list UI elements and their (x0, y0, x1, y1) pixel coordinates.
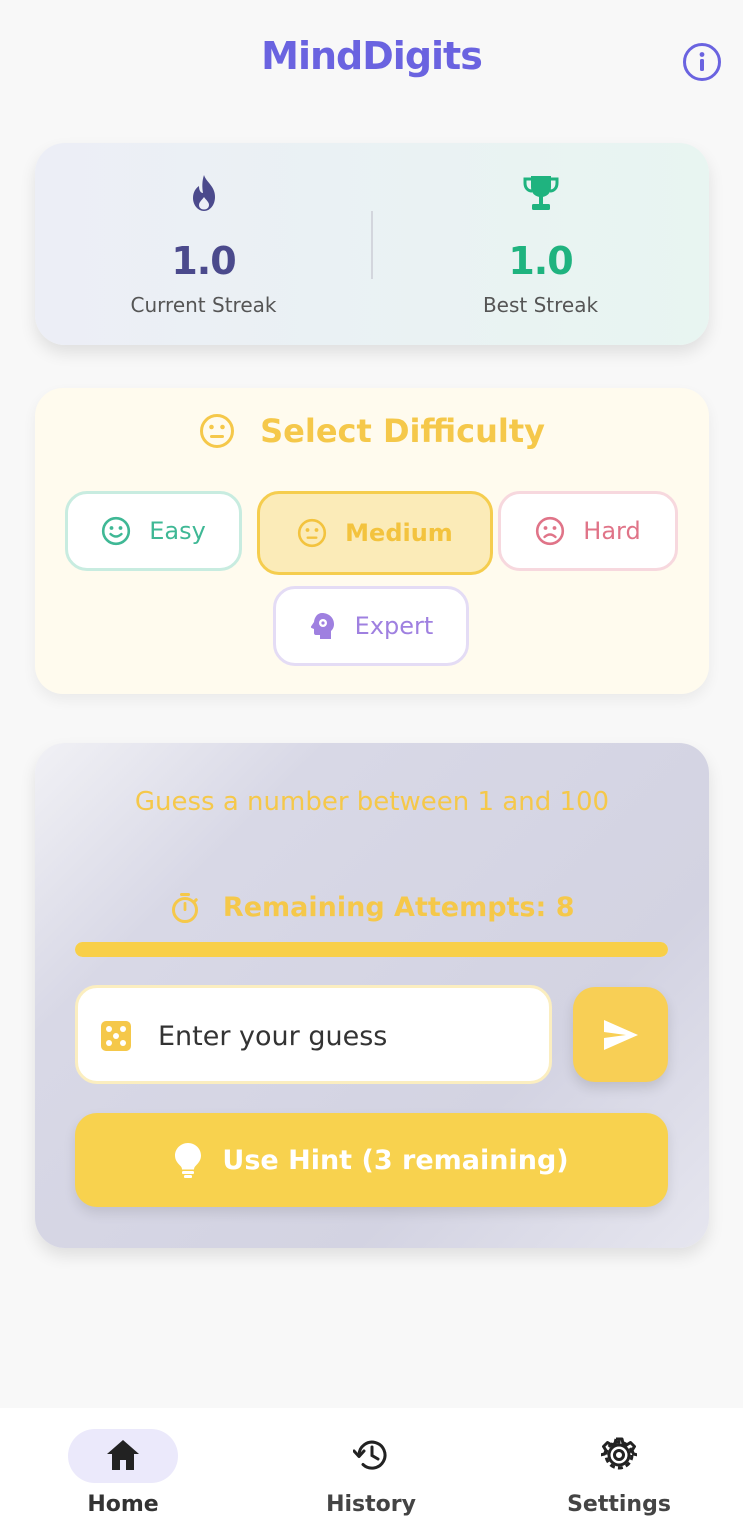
neutral-face-icon (199, 414, 234, 448)
current-streak-value: 1.0 (171, 239, 236, 283)
info-icon (683, 43, 721, 81)
game-card: Guess a number between 1 and 100 Remaini… (35, 743, 709, 1248)
attempts-row: Remaining Attempts: 8 (35, 891, 709, 924)
best-streak-value: 1.0 (508, 239, 573, 283)
flame-icon (193, 175, 215, 211)
difficulty-medium-button[interactable]: Medium (257, 491, 493, 575)
lightbulb-icon (175, 1143, 202, 1178)
nav-home[interactable]: Home (23, 1408, 223, 1536)
attempts-progress-bar (75, 942, 668, 957)
send-icon (603, 1019, 638, 1050)
difficulty-medium-label: Medium (345, 519, 453, 547)
home-icon (107, 1440, 139, 1470)
difficulty-easy-label: Easy (149, 517, 206, 545)
app-screen: MindDigits 1.0 Current Streak 1.0 Best S… (0, 0, 743, 1536)
difficulty-header: Select Difficulty (35, 410, 709, 460)
difficulty-title: Select Difficulty (260, 412, 546, 450)
attempts-label: Remaining Attempts: 8 (222, 892, 575, 923)
timer-icon (171, 892, 198, 923)
guess-input[interactable] (158, 1008, 538, 1064)
nav-settings[interactable]: Settings (519, 1408, 719, 1536)
best-streak-label: Best Streak (482, 293, 599, 317)
nav-history[interactable]: History (271, 1408, 471, 1536)
submit-guess-button[interactable] (573, 987, 668, 1082)
current-streak: 1.0 Current Streak (35, 143, 372, 345)
guess-prompt: Guess a number between 1 and 100 (134, 787, 610, 817)
brain-head-icon (310, 613, 334, 639)
nav-history-label: History (326, 1492, 416, 1517)
current-streak-label: Current Streak (130, 293, 277, 317)
streak-card: 1.0 Current Streak 1.0 Best Streak (35, 143, 709, 345)
smile-icon (102, 516, 131, 546)
dice-icon (101, 1021, 131, 1051)
gear-icon (601, 1437, 637, 1470)
app-title: MindDigits (261, 34, 483, 78)
attempts-progress-fill (75, 942, 668, 957)
difficulty-hard-button[interactable]: Hard (498, 491, 678, 571)
neutral-face-icon (298, 518, 327, 548)
use-hint-button[interactable]: Use Hint (3 remaining) (75, 1113, 668, 1207)
best-streak: 1.0 Best Streak (372, 143, 709, 345)
history-icon (353, 1440, 387, 1470)
frown-icon (536, 516, 565, 546)
difficulty-card: Select Difficulty Easy Medium Hard Exper… (35, 388, 709, 694)
difficulty-expert-button[interactable]: Expert (273, 586, 469, 666)
bottom-nav: Home History Settings (0, 1408, 743, 1536)
info-button[interactable] (682, 42, 722, 82)
difficulty-easy-button[interactable]: Easy (65, 491, 242, 571)
difficulty-hard-label: Hard (583, 517, 641, 545)
difficulty-expert-label: Expert (354, 612, 434, 640)
trophy-icon (523, 176, 559, 210)
use-hint-label: Use Hint (3 remaining) (222, 1144, 569, 1176)
guess-input-container[interactable] (75, 985, 552, 1084)
nav-settings-label: Settings (567, 1492, 671, 1517)
nav-home-label: Home (87, 1492, 159, 1517)
